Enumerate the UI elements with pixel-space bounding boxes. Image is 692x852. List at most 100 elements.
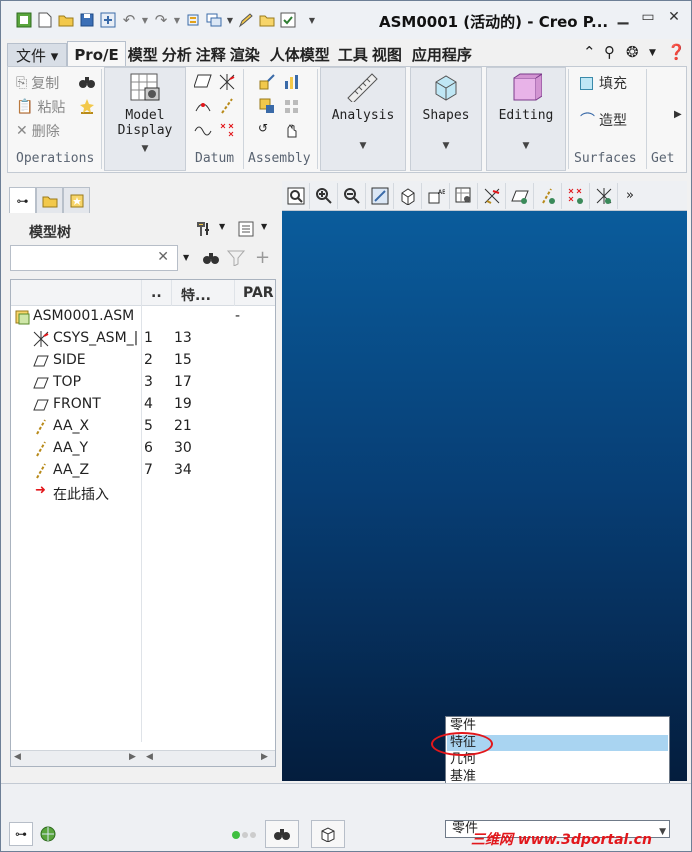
help-dropdown-icon[interactable]: ▼	[649, 48, 656, 58]
repaint-icon[interactable]	[366, 182, 394, 209]
tree-settings-icon[interactable]	[195, 220, 213, 241]
toolbar-overflow-icon[interactable]: »	[618, 183, 642, 209]
scroll-left-icon[interactable]: ◀	[14, 752, 21, 762]
tab-file[interactable]: 文件 ▾	[7, 43, 68, 67]
regenerate-icon[interactable]	[99, 11, 117, 29]
select-box-button[interactable]	[311, 820, 345, 848]
search-options-dropdown-icon[interactable]: ▼	[183, 253, 189, 262]
customize-dropdown-icon[interactable]: ▼	[308, 11, 316, 29]
view-manager-icon[interactable]	[450, 182, 478, 209]
pattern-icon[interactable]	[283, 97, 301, 115]
datum-axis-icon[interactable]	[218, 97, 236, 115]
tab-analysis[interactable]: 分析	[160, 43, 194, 67]
table-row[interactable]: CSYS_ASM_| 1 13	[11, 328, 275, 350]
edit-icon[interactable]	[237, 11, 255, 29]
tab-proe[interactable]: Pro/E	[67, 41, 126, 67]
csys-icon[interactable]	[218, 73, 236, 91]
undo-dropdown-icon[interactable]: ▼	[141, 11, 149, 29]
undo-icon[interactable]: ↶	[120, 11, 138, 29]
windows-icon[interactable]	[205, 11, 223, 29]
tree-horizontal-scrollbar[interactable]: ◀ ▶ ◀ ▶	[11, 750, 275, 766]
tree-search-input[interactable]: ✕	[10, 245, 178, 271]
tab-model[interactable]: 模型	[126, 43, 160, 67]
find-button[interactable]	[265, 820, 299, 848]
sketch-curve-icon[interactable]	[194, 121, 212, 139]
tab-applications[interactable]: 应用程序	[406, 43, 478, 67]
paste-button[interactable]: 📋 粘贴	[16, 97, 65, 117]
display-style-icon[interactable]	[394, 182, 422, 209]
datum-plane-icon[interactable]	[193, 73, 212, 91]
collapse-ribbon-icon[interactable]: ⌃	[583, 43, 596, 61]
new-file-icon[interactable]	[36, 11, 54, 29]
paste-special-icon[interactable]	[78, 97, 96, 115]
filter-option-geometry[interactable]: 几何	[447, 752, 668, 768]
drag-hand-icon[interactable]	[283, 121, 301, 139]
tab-tools[interactable]: 工具	[336, 43, 370, 67]
column-header-id[interactable]: ..	[151, 285, 162, 301]
scroll-right-icon[interactable]: ▶	[129, 752, 136, 762]
tree-search-field[interactable]	[15, 247, 155, 269]
tab-render[interactable]: 渲染	[228, 43, 264, 67]
bar-chart-icon[interactable]	[283, 73, 301, 91]
copy-button[interactable]: ⎘ 复制	[16, 73, 59, 93]
axis-display-icon[interactable]	[534, 182, 562, 209]
maximize-button[interactable]: ▭	[637, 9, 659, 29]
model-display-button[interactable]: Model Display ▼	[104, 67, 186, 171]
find-binoculars-icon[interactable]	[78, 73, 96, 91]
zoom-in-icon[interactable]	[310, 182, 338, 209]
clear-search-icon[interactable]: ✕	[157, 249, 169, 265]
table-row[interactable]: AA_Z 7 34	[11, 460, 275, 482]
repeat-icon[interactable]: ↺	[258, 121, 276, 139]
info-icon[interactable]: ❓	[667, 43, 686, 61]
datum-point-icon[interactable]	[218, 121, 236, 139]
datum-display-icon[interactable]	[478, 182, 506, 209]
zoom-out-icon[interactable]	[338, 182, 366, 209]
assemble-icon[interactable]	[258, 73, 276, 91]
favorites-tab[interactable]	[63, 187, 90, 213]
ribbon-scroll-right-icon[interactable]: ▶	[674, 109, 682, 120]
find-binoculars-icon[interactable]	[202, 250, 220, 269]
folder-yellow-icon[interactable]	[258, 11, 276, 29]
fill-button[interactable]: 填充	[580, 73, 627, 93]
help-icon[interactable]: ❂	[626, 43, 639, 61]
redo-dropdown-icon[interactable]: ▼	[173, 11, 181, 29]
column-header-feature[interactable]: 特...	[181, 285, 211, 305]
tab-manikin[interactable]: 人体模型	[264, 43, 336, 67]
refit-icon[interactable]	[282, 182, 310, 209]
tree-settings-dropdown-icon[interactable]: ▼	[219, 222, 225, 231]
table-row[interactable]: TOP 3 17	[11, 372, 275, 394]
show-menu-dropdown-icon[interactable]: ▼	[261, 222, 267, 231]
table-row[interactable]: SIDE 2 15	[11, 350, 275, 372]
regenerate-model-icon[interactable]	[184, 11, 202, 29]
scroll-right-icon[interactable]: ▶	[261, 752, 268, 762]
show-menu-icon[interactable]	[237, 220, 255, 241]
table-row[interactable]: AA_Y 6 30	[11, 438, 275, 460]
show-navigator-button[interactable]: ⊶	[9, 822, 33, 846]
save-icon[interactable]	[78, 11, 96, 29]
filter-option-part[interactable]: 零件	[447, 718, 668, 734]
table-row[interactable]: AA_X 5 21	[11, 416, 275, 438]
show-browser-button[interactable]	[36, 822, 60, 846]
shapes-button[interactable]: Shapes ▼	[410, 67, 482, 171]
point-display-icon[interactable]	[562, 182, 590, 209]
editing-button[interactable]: Editing ▼	[486, 67, 566, 171]
create-component-icon[interactable]	[258, 97, 276, 115]
plane-display-icon[interactable]	[506, 182, 534, 209]
minimize-button[interactable]: ▁	[612, 9, 634, 29]
column-header-part[interactable]: PAR	[243, 285, 274, 301]
add-column-icon[interactable]: +	[255, 247, 270, 268]
delete-button[interactable]: ✕ 删除	[16, 121, 60, 141]
saved-orientations-icon[interactable]: AB	[422, 182, 450, 209]
model-tree-tab[interactable]: ⊶	[9, 187, 36, 213]
graphics-viewport[interactable]	[282, 211, 687, 781]
tab-annotate[interactable]: 注释	[194, 43, 228, 67]
table-row[interactable]: ASM0001.ASM -	[11, 306, 275, 328]
filter-funnel-icon[interactable]	[226, 250, 246, 269]
search-icon[interactable]: ⚲	[604, 43, 615, 61]
analysis-button[interactable]: Analysis ▼	[320, 67, 406, 171]
style-button[interactable]: ⌒ 造型	[580, 109, 627, 130]
close-button[interactable]: ✕	[663, 9, 685, 29]
windows-dropdown-icon[interactable]: ▼	[226, 11, 234, 29]
open-folder-icon[interactable]	[57, 11, 75, 29]
folder-browser-tab[interactable]	[36, 187, 63, 213]
